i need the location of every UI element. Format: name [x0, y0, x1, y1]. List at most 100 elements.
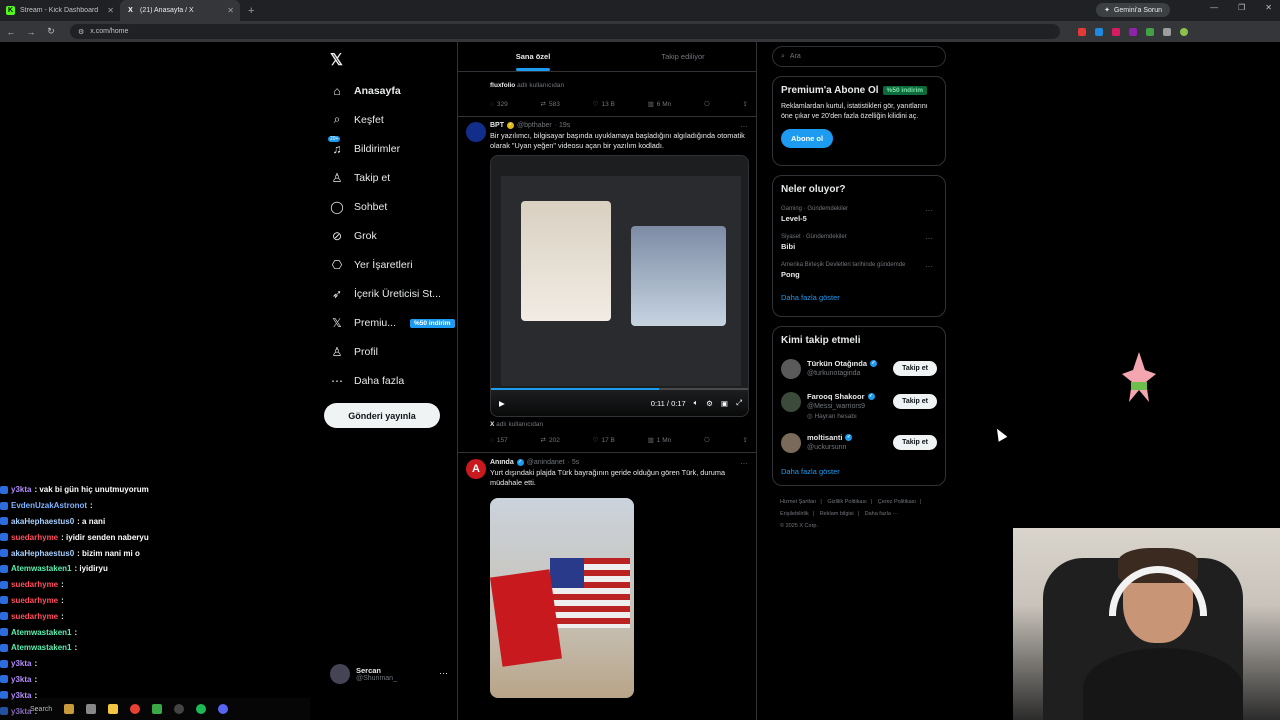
- close-window-icon[interactable]: ✕: [1265, 3, 1272, 12]
- more-icon[interactable]: ···: [925, 234, 933, 243]
- taskbar-app-icon[interactable]: [86, 704, 97, 714]
- avatar[interactable]: [781, 433, 801, 453]
- extension-icon[interactable]: [1146, 27, 1154, 36]
- like-button[interactable]: ♡ 17 B: [593, 436, 615, 445]
- follow-button[interactable]: Takip et: [893, 394, 937, 409]
- bookmark-button[interactable]: ⎔: [704, 436, 710, 444]
- site-info-icon[interactable]: ⚙: [78, 28, 84, 36]
- pip-icon[interactable]: ▣: [721, 399, 728, 408]
- show-more-link[interactable]: Daha fazla göster: [781, 467, 937, 476]
- nav-follow[interactable]: ♙ Takip et: [330, 163, 460, 192]
- footer-link[interactable]: Çerez Politikası: [878, 499, 916, 505]
- nav-profile[interactable]: ♙ Profil: [330, 338, 460, 367]
- close-icon[interactable]: ✕: [227, 6, 234, 15]
- extension-icon[interactable]: [1095, 27, 1103, 36]
- follow-button[interactable]: Takip et: [893, 361, 937, 376]
- subscribe-button[interactable]: Abone ol: [781, 129, 834, 148]
- extension-icon[interactable]: [1112, 27, 1120, 36]
- search-input[interactable]: ⌕ Ara: [772, 46, 946, 67]
- nav-creator-studio[interactable]: ➶ İçerik Üreticisi St...: [330, 280, 460, 309]
- like-button[interactable]: ♡ 13 B: [593, 100, 615, 109]
- obs-icon[interactable]: [174, 704, 185, 714]
- share-button[interactable]: ⇪: [743, 100, 748, 108]
- more-icon[interactable]: ···: [925, 262, 933, 271]
- close-icon[interactable]: ✕: [107, 6, 114, 15]
- folder-icon[interactable]: [108, 704, 119, 714]
- nav-home[interactable]: ⌂ Anasayfa: [330, 76, 460, 105]
- volume-icon[interactable]: 🔈︎: [694, 398, 699, 408]
- tab-kick-dashboard[interactable]: K Stream - Kick Dashboard ✕: [0, 0, 120, 21]
- tweet-photo[interactable]: [490, 498, 634, 698]
- url-field[interactable]: ⚙ x.com/home: [70, 24, 1060, 39]
- tweet-time[interactable]: · 19s: [555, 122, 571, 129]
- video-player[interactable]: ▶ 0:11 / 0:17 🔈︎ ⚙ ▣ ⤢: [490, 155, 749, 417]
- nav-chat[interactable]: ◯ Sohbet: [330, 192, 460, 221]
- follow-button[interactable]: Takip et: [893, 435, 937, 450]
- tab-following[interactable]: Takip ediliyor: [608, 42, 756, 71]
- author-handle[interactable]: @anindanet: [527, 459, 565, 466]
- discord-icon[interactable]: [218, 704, 229, 714]
- author-name[interactable]: Anında: [490, 459, 514, 466]
- avatar[interactable]: [466, 122, 486, 142]
- avatar[interactable]: A: [466, 459, 486, 479]
- new-tab-button[interactable]: +: [240, 5, 262, 17]
- maximize-icon[interactable]: ❐: [1238, 3, 1245, 12]
- tab-x-home[interactable]: X (21) Anasayfa / X ✕: [120, 0, 240, 21]
- footer-link[interactable]: Erişilebilirlik: [780, 511, 809, 517]
- tweet-time[interactable]: · 5s: [568, 459, 580, 466]
- trend-item[interactable]: Gaming · Gündemdekiler Level-5 ···: [781, 206, 937, 223]
- bookmark-button[interactable]: ⎔: [704, 100, 710, 108]
- author-handle[interactable]: @bpthaber: [517, 122, 552, 129]
- nav-premium[interactable]: 𝕏 Premiu... %50 indirim: [330, 309, 460, 338]
- follow-suggestion[interactable]: Türkün Otağında ✓ @turkunotaginda Takip e…: [781, 359, 937, 379]
- views-button[interactable]: ▥ 1 Mn: [648, 436, 672, 445]
- settings-icon[interactable]: ⚙: [706, 399, 713, 408]
- source-user[interactable]: fluxfolio: [490, 82, 515, 89]
- taskbar-search[interactable]: Search: [30, 706, 52, 713]
- chrome-icon[interactable]: [130, 704, 141, 714]
- nav-more[interactable]: ⋯ Daha fazla: [330, 367, 460, 396]
- follow-suggestion[interactable]: moltisanti ✓ @uckursunn Takip et: [781, 433, 937, 453]
- back-icon[interactable]: ←: [6, 27, 16, 37]
- minimize-icon[interactable]: —: [1210, 3, 1218, 12]
- gemini-button[interactable]: ✦ Gemini'a Sorun: [1096, 3, 1170, 17]
- tab-for-you[interactable]: Sana özel: [458, 42, 608, 71]
- nav-explore[interactable]: ⌕ Keşfet: [330, 105, 460, 134]
- x-logo-icon[interactable]: 𝕏: [330, 50, 343, 70]
- footer-link[interactable]: Gizlilik Politikası: [827, 499, 866, 505]
- views-button[interactable]: ▥ 6 Mn: [648, 100, 672, 109]
- taskbar-app-icon[interactable]: [152, 704, 163, 714]
- nav-bookmarks[interactable]: ⎔ Yer İşaretleri: [330, 251, 460, 280]
- repost-button[interactable]: ⇄ 583: [541, 100, 560, 109]
- reload-icon[interactable]: ↻: [46, 26, 56, 37]
- extension-icon[interactable]: [1163, 27, 1171, 36]
- post-button[interactable]: Gönderi yayınla: [324, 403, 440, 428]
- account-switcher[interactable]: Sercan @Shuriman_ ···: [330, 664, 450, 684]
- extension-icon[interactable]: [1078, 27, 1086, 36]
- more-icon[interactable]: ···: [925, 206, 933, 215]
- footer-link[interactable]: Hizmet Şartları: [780, 499, 816, 505]
- nav-grok[interactable]: ⊘ Grok: [330, 221, 460, 250]
- avatar[interactable]: [781, 392, 801, 412]
- nav-notifications[interactable]: 20+ ♫ Bildirimler: [328, 134, 460, 163]
- forward-icon[interactable]: →: [26, 27, 36, 37]
- fullscreen-icon[interactable]: ⤢: [736, 398, 742, 408]
- more-icon[interactable]: ···: [439, 668, 448, 678]
- follow-suggestion[interactable]: Farooq Shakoor ✓ @Messi_warriors9 ◎ Hayra…: [781, 392, 937, 420]
- reply-button[interactable]: ◌ 329: [490, 100, 508, 108]
- taskbar-app-icon[interactable]: [64, 704, 75, 714]
- play-icon[interactable]: ▶: [499, 399, 505, 408]
- author-name[interactable]: BPT: [490, 122, 504, 129]
- trend-item[interactable]: Amerika Birleşik Devletleri tarihinde gü…: [781, 262, 937, 279]
- trend-item[interactable]: Siyaset · Gündemdekiler Bibi ···: [781, 234, 937, 251]
- reply-button[interactable]: ◌ 157: [490, 436, 508, 444]
- show-more-link[interactable]: Daha fazla göster: [781, 293, 937, 302]
- share-button[interactable]: ⇪: [743, 436, 748, 444]
- source-user[interactable]: X: [490, 421, 494, 428]
- footer-link[interactable]: Reklam bilgisi: [820, 511, 854, 517]
- repost-button[interactable]: ⇄ 202: [541, 436, 560, 445]
- extension-icon[interactable]: [1129, 27, 1137, 36]
- spotify-icon[interactable]: [196, 704, 207, 714]
- footer-link[interactable]: Daha fazla ···: [865, 511, 898, 517]
- avatar[interactable]: [781, 359, 801, 379]
